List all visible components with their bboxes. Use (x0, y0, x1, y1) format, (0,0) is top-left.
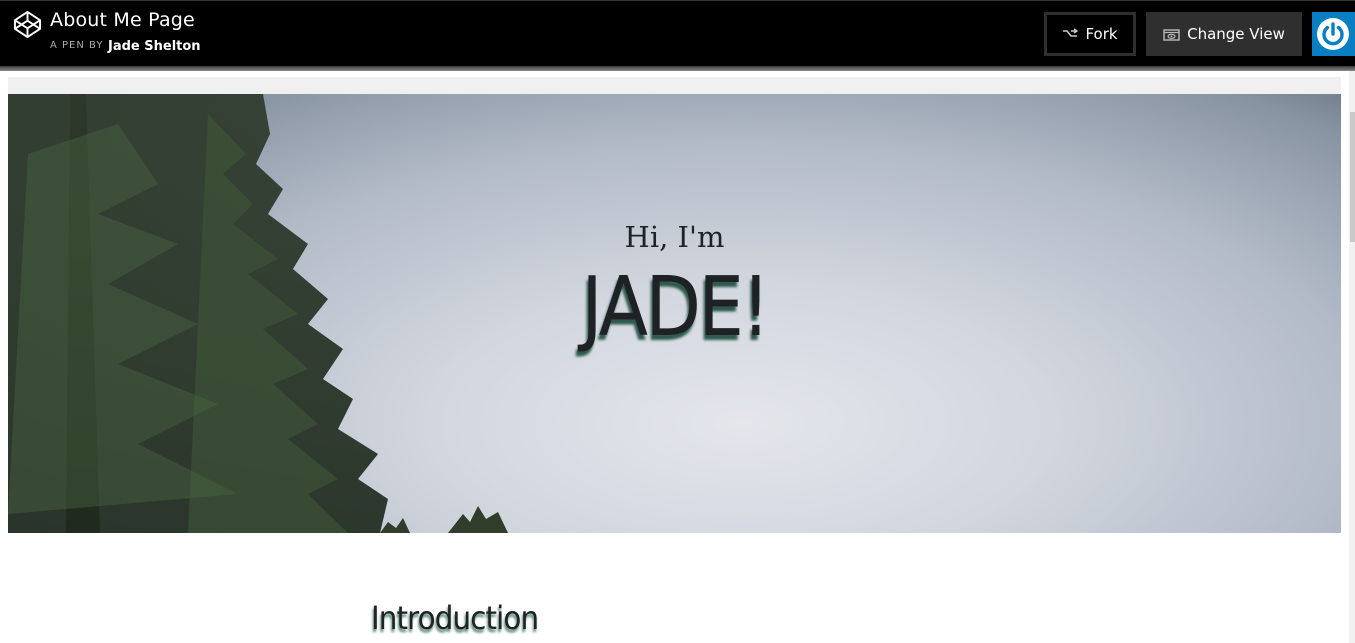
hero-banner: Hi, I'm JADE! (8, 94, 1341, 533)
hero-name: JADE! (581, 260, 770, 355)
eye-icon (1163, 28, 1180, 41)
codepen-logo-icon[interactable] (13, 10, 42, 39)
scrollbar-thumb[interactable] (1350, 112, 1355, 242)
fork-label: Fork (1085, 25, 1118, 43)
pen-byline: A PEN BY (50, 40, 104, 51)
hero-greeting: Hi, I'm (624, 220, 725, 254)
power-button[interactable] (1312, 12, 1355, 56)
fork-icon (1063, 28, 1079, 37)
change-view-button[interactable]: Change View (1146, 12, 1302, 56)
pen-author-link[interactable]: Jade Shelton (108, 39, 201, 54)
change-view-label: Change View (1187, 25, 1285, 43)
pen-title[interactable]: About Me Page (50, 9, 195, 31)
fork-button[interactable]: Fork (1044, 12, 1136, 56)
preview-top-strip (8, 77, 1341, 94)
pen-header: About Me Page A PEN BY Jade Shelton Fork… (0, 0, 1355, 66)
power-icon (1317, 18, 1349, 50)
introduction-heading: Introduction (371, 599, 539, 637)
